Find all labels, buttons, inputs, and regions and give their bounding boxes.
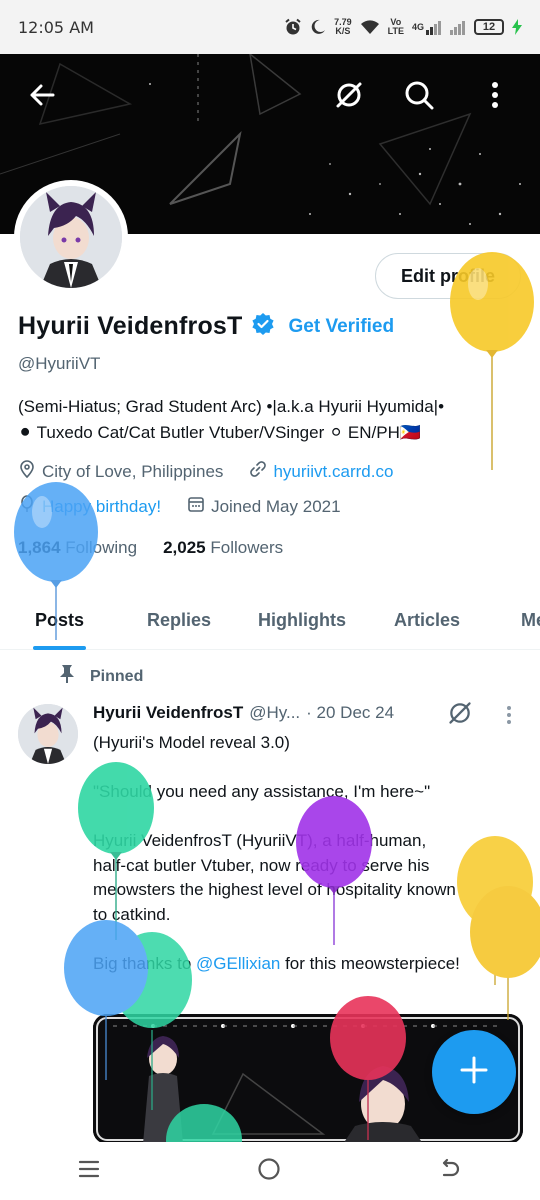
post-line-suffix: for this meowsterpiece!: [280, 953, 460, 973]
post-author-handle[interactable]: @Hy...: [249, 703, 300, 723]
post-date[interactable]: · 20 Dec 24: [306, 703, 394, 723]
post-line: [93, 927, 523, 952]
profile-location: City of Love, Philippines: [42, 461, 224, 481]
tab-replies[interactable]: Replies: [147, 590, 211, 650]
get-verified-link[interactable]: Get Verified: [289, 316, 395, 338]
profile-tabs: Posts Replies Highlights Articles Media: [0, 590, 540, 650]
follow-stats: 1,864 Following 2,025 Followers: [18, 538, 283, 558]
alarm-icon: [284, 17, 302, 37]
pinned-label: Pinned: [90, 667, 144, 685]
post-line: to catkind.: [93, 904, 171, 924]
pinned-indicator: Pinned: [58, 664, 143, 689]
grok-icon[interactable]: [327, 73, 371, 117]
battery-indicator: 12: [474, 19, 504, 35]
compose-button[interactable]: [432, 1030, 516, 1114]
balloon-icon: [18, 495, 36, 518]
post-line-mention: Big thanks to @GEllixian for this meowst…: [93, 952, 523, 977]
status-bar: 12:05 AM 7.79 K/S Vo LTE 4G 12: [0, 0, 540, 54]
post-line: Hyurii VeidenfrosT (HyuriiVT), a half-hu…: [93, 831, 427, 850]
profile-name-row: Hyurii VeidenfrosT Get Verified: [18, 312, 394, 341]
back-nav-icon[interactable]: [438, 1157, 462, 1186]
grok-icon[interactable]: [447, 700, 473, 731]
post-line: [93, 805, 523, 830]
profile-bio: (Semi-Hiatus; Grad Student Arc) •|a.k.a …: [18, 394, 528, 446]
profile-website-link[interactable]: hyuriivt.carrd.co: [273, 462, 393, 482]
network-speed: 7.79 K/S: [334, 17, 352, 37]
tab-media[interactable]: Media: [521, 590, 540, 650]
link-icon: [249, 460, 267, 483]
following-label: Following: [65, 538, 138, 557]
followers-count: 2,025: [163, 538, 206, 557]
signal-icon: [450, 17, 466, 37]
post-line: meowsters the highest level of hospitali…: [93, 880, 456, 899]
post-line: Big thanks to: [93, 953, 197, 973]
tab-highlights[interactable]: Highlights: [258, 590, 346, 650]
edit-profile-button[interactable]: Edit profile: [375, 253, 521, 299]
tab-articles[interactable]: Articles: [394, 590, 460, 650]
wifi-icon: [360, 17, 380, 37]
following-count: 1,864: [18, 538, 61, 557]
profile-meta-row-2: Happy birthday! Joined May 2021: [18, 495, 341, 518]
home-icon[interactable]: [257, 1157, 281, 1186]
post-line: "Should you need any assistance, I'm her…: [93, 782, 431, 801]
network-type: 4G: [411, 21, 424, 32]
post-line: [93, 756, 523, 781]
profile-avatar[interactable]: [14, 180, 128, 294]
top-action-bar: [0, 54, 540, 136]
back-arrow-icon[interactable]: [20, 73, 64, 117]
post-author-avatar[interactable]: [18, 704, 78, 764]
post-line: half-cat butler Vtuber, now ready to ser…: [93, 855, 430, 875]
status-time: 12:05 AM: [18, 17, 94, 37]
recent-apps-icon[interactable]: [78, 1158, 100, 1185]
signal-4g-icon: 4G: [412, 17, 442, 37]
system-nav-bar: [0, 1142, 540, 1200]
pin-icon: [58, 664, 76, 689]
volte-indicator: Vo LTE: [388, 17, 404, 37]
followers-label: Followers: [210, 538, 284, 557]
charging-icon: [512, 17, 522, 37]
post-body: (Hyurii's Model reveal 3.0) "Should you …: [93, 731, 523, 976]
post-line: (Hyurii's Model reveal 3.0): [93, 733, 290, 752]
location-pin-icon: [18, 460, 36, 483]
bio-line: ⚫ Tuxedo Cat/Cat Butler Vtuber/VSinger ⚪…: [18, 423, 422, 442]
plus-icon: [459, 1055, 489, 1090]
volte-bottom: LTE: [387, 26, 404, 36]
moon-icon: [310, 17, 326, 37]
followers-link[interactable]: 2,025 Followers: [163, 538, 283, 558]
search-icon[interactable]: [397, 73, 441, 117]
profile-handle: @HyuriiVT: [18, 354, 101, 373]
tab-posts[interactable]: Posts: [32, 590, 87, 650]
profile-meta-row-1: City of Love, Philippines hyuriivt.carrd…: [18, 460, 393, 483]
profile-name: Hyurii VeidenfrosT: [18, 312, 243, 340]
post-header: Hyurii VeidenfrosT @Hy... · 20 Dec 24: [93, 703, 394, 723]
calendar-icon: [187, 495, 205, 518]
post-more-icon[interactable]: [505, 705, 513, 730]
birthday-text[interactable]: Happy birthday!: [42, 497, 161, 517]
more-vertical-icon[interactable]: [473, 73, 517, 117]
mention-link[interactable]: @GEllixian: [196, 954, 280, 973]
verified-badge-icon: [251, 312, 275, 341]
network-speed-unit: K/S: [335, 26, 351, 36]
avatar: [20, 186, 122, 288]
following-link[interactable]: 1,864 Following: [18, 538, 137, 558]
post-author-name[interactable]: Hyurii VeidenfrosT: [93, 703, 243, 723]
profile-joined: Joined May 2021: [211, 496, 341, 516]
bio-line: (Semi-Hiatus; Grad Student Arc) •|a.k.a …: [18, 397, 445, 416]
